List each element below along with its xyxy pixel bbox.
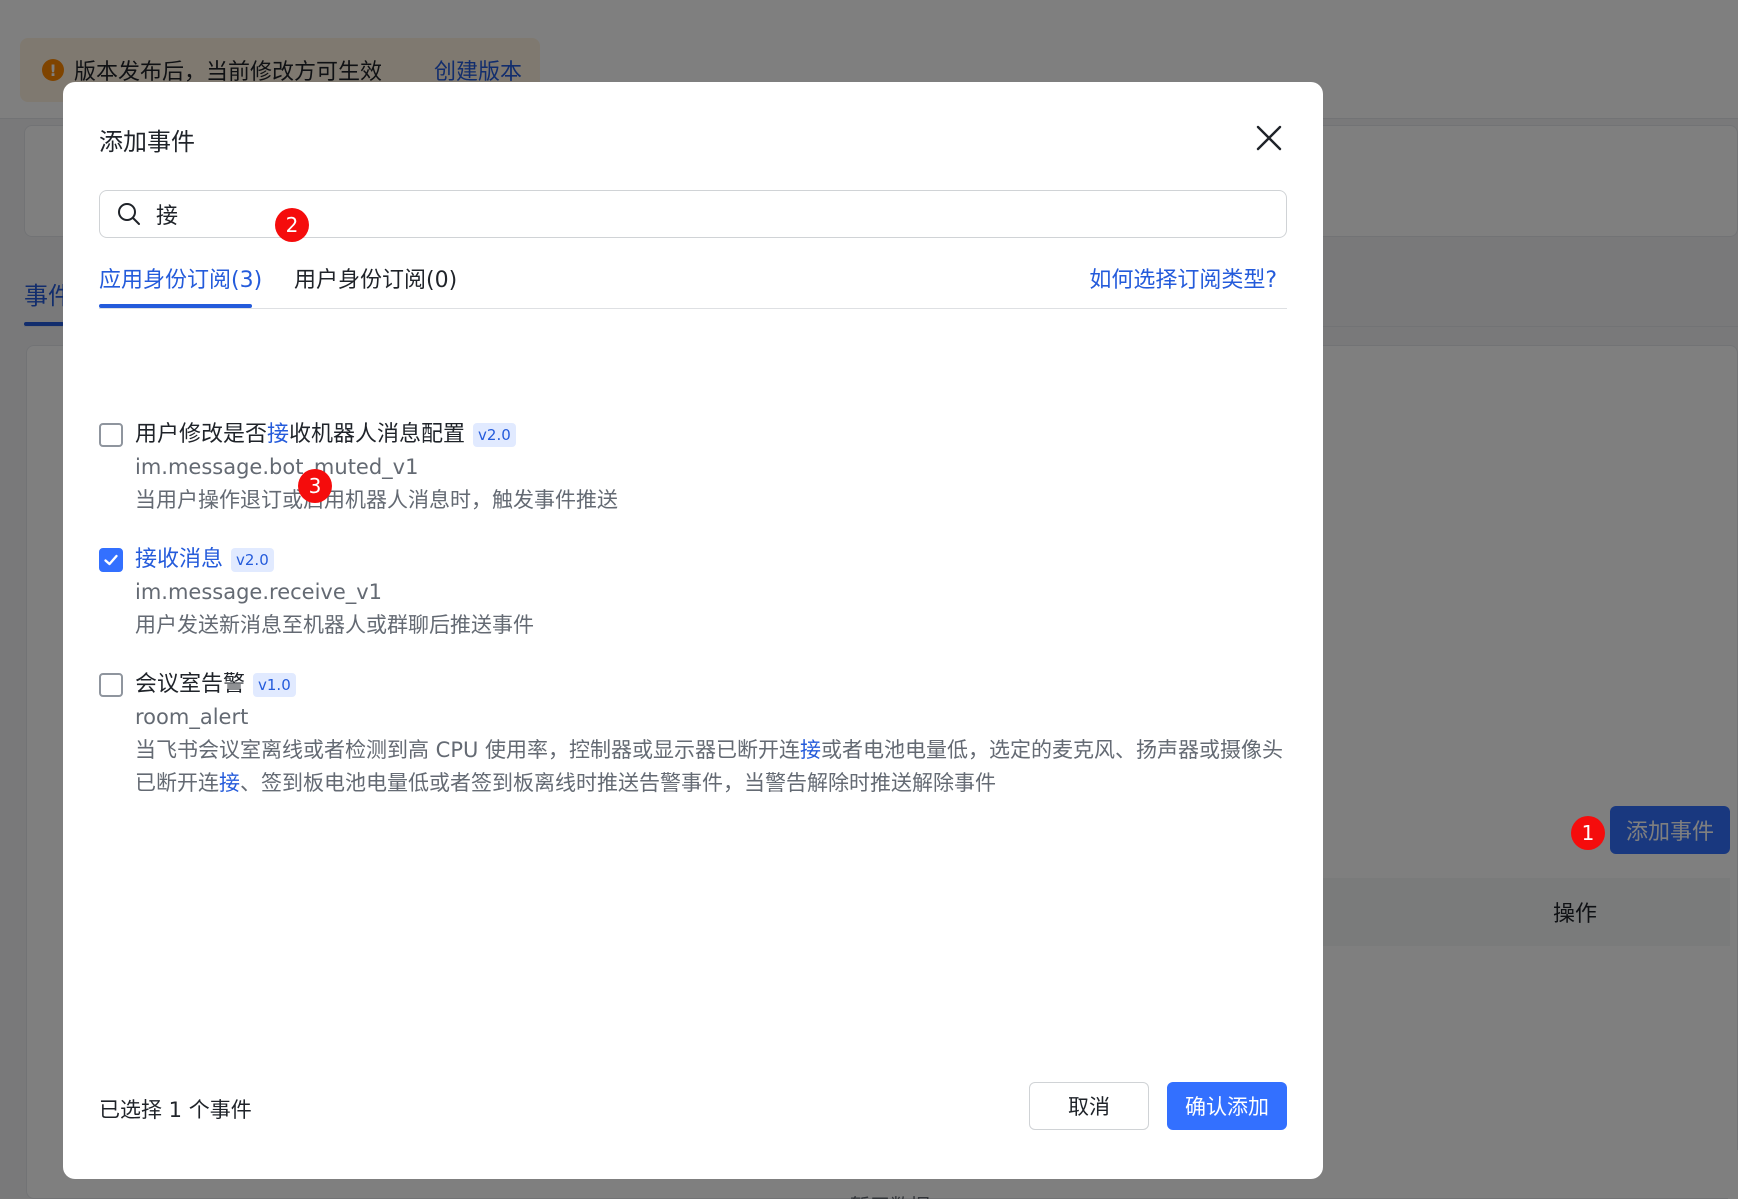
desc-text: 当飞书会议室离线或者检测到高 CPU 使用率，控制器或显示器已断开连 <box>135 738 801 762</box>
version-badge: v2.0 <box>231 548 274 572</box>
tab-user-identity[interactable]: 用户身份订阅(0) <box>294 262 457 294</box>
event-checkbox[interactable] <box>99 423 123 447</box>
selected-count: 已选择 1 个事件 <box>99 1098 252 1122</box>
list-item: 接收消息 v2.0 im.message.receive_v1 用户发送新消息至… <box>99 545 1287 642</box>
search-icon <box>118 203 140 225</box>
desc-highlight: 接 <box>800 738 822 762</box>
event-code: room_alert <box>135 705 249 729</box>
event-title-text: 用户修改是否 <box>135 422 268 447</box>
cancel-button[interactable]: 取消 <box>1029 1082 1149 1130</box>
event-title-text: 收机器人消息配置 <box>289 422 466 447</box>
close-icon <box>1256 125 1282 151</box>
tab-app-identity[interactable]: 应用身份订阅(3) <box>99 262 262 294</box>
tabs-divider <box>99 308 1287 309</box>
help-link[interactable]: 如何选择订阅类型? <box>1089 262 1277 294</box>
version-badge: v2.0 <box>473 423 516 447</box>
list-item: 用户修改是否接收机器人消息配置 v2.0 im.message.bot_mute… <box>99 420 1287 517</box>
event-checkbox[interactable] <box>99 673 123 697</box>
event-list: 用户修改是否接收机器人消息配置 v2.0 im.message.bot_mute… <box>99 420 1287 828</box>
event-title-highlight: 接 <box>267 422 290 447</box>
subscription-tabs: 应用身份订阅(3) 用户身份订阅(0) 如何选择订阅类型? <box>99 262 1287 394</box>
event-title: 用户修改是否接收机器人消息配置 v2.0 <box>135 420 1287 450</box>
confirm-add-button[interactable]: 确认添加 <box>1167 1082 1287 1130</box>
event-description: 用户发送新消息至机器人或群聊后推送事件 <box>135 613 534 637</box>
event-title-text: 会议室告警 <box>135 672 246 697</box>
event-title: 会议室告警 v1.0 <box>135 670 1287 700</box>
check-icon <box>104 554 118 566</box>
step-marker-1: 1 <box>1571 816 1605 850</box>
step-marker-3: 3 <box>298 469 332 503</box>
step-marker-2: 2 <box>275 208 309 242</box>
event-title: 接收消息 v2.0 <box>135 545 1287 575</box>
dialog-title: 添加事件 <box>99 128 195 156</box>
desc-text: 、签到板电池电量低或者签到板离线时推送告警事件，当警告解除时推送解除事件 <box>240 771 996 795</box>
desc-highlight: 接 <box>219 771 240 795</box>
add-event-dialog: 添加事件 应用身份订阅(3) 用户身份订阅(0) 如何选择订阅类型? 用户修改是… <box>63 82 1323 1179</box>
close-button[interactable] <box>1251 120 1287 156</box>
event-description: 当飞书会议室离线或者检测到高 CPU 使用率，控制器或显示器已断开连接或者电池电… <box>135 734 1285 800</box>
list-item: 会议室告警 v1.0 room_alert 当飞书会议室离线或者检测到高 CPU… <box>99 670 1287 800</box>
event-code: im.message.receive_v1 <box>135 580 383 604</box>
event-title-text: 接收消息 <box>135 547 224 572</box>
version-badge: v1.0 <box>253 673 296 697</box>
event-checkbox-checked[interactable] <box>99 548 123 572</box>
